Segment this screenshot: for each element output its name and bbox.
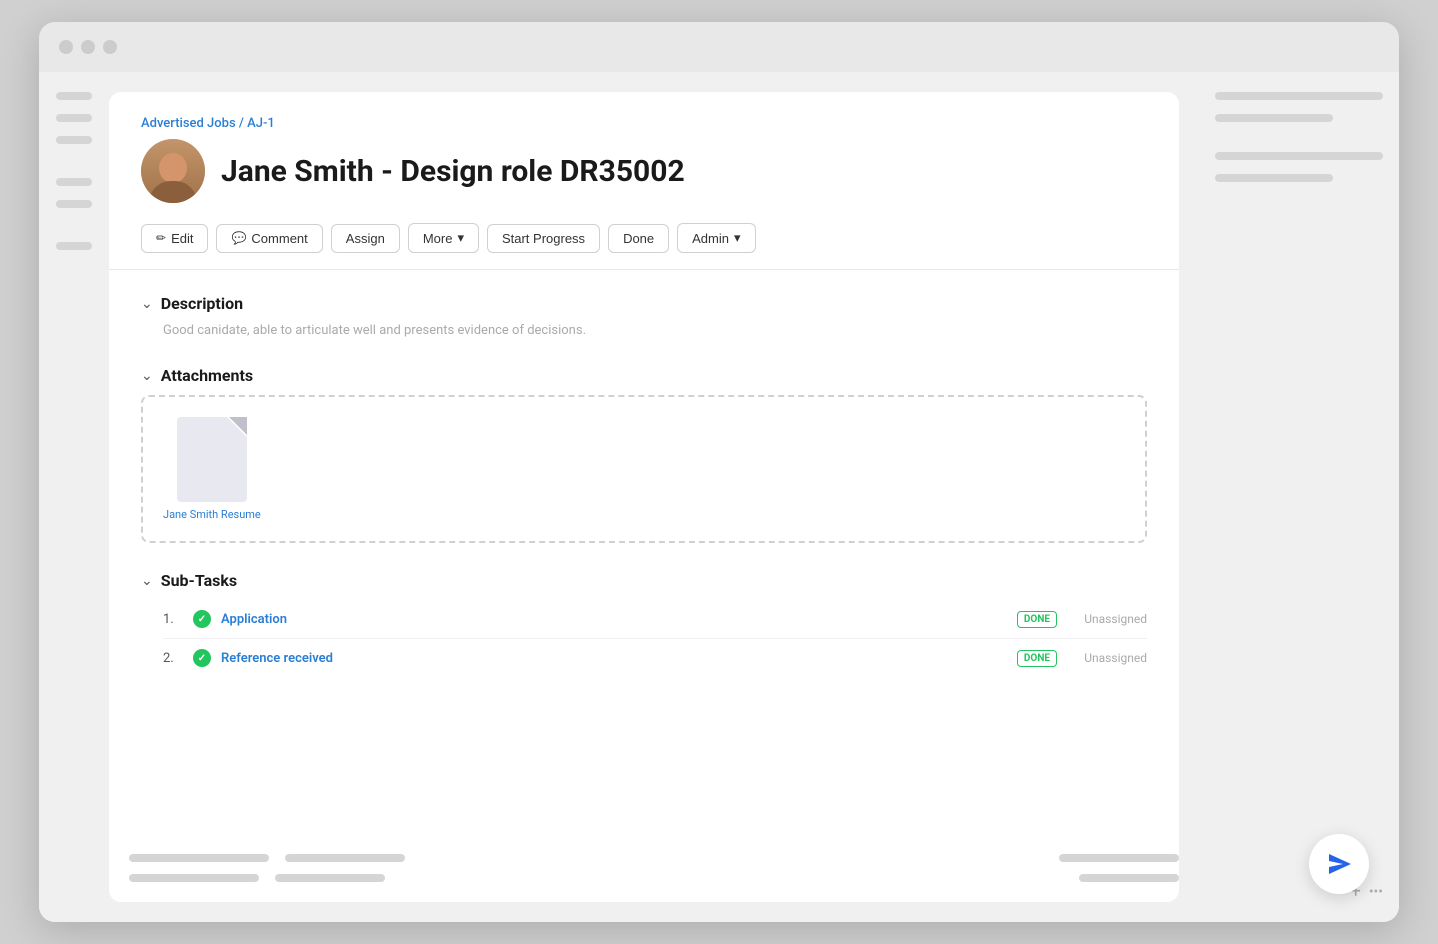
- edit-icon: ✏: [156, 231, 166, 245]
- description-text: Good canidate, able to articulate well a…: [163, 323, 1147, 338]
- edit-button[interactable]: ✏ Edit: [141, 224, 208, 253]
- sidebar: [39, 72, 109, 922]
- subtasks-chevron-icon[interactable]: ⌄: [141, 573, 153, 589]
- subtask-assignee-2: Unassigned: [1067, 651, 1147, 665]
- admin-button[interactable]: Admin ▾: [677, 223, 755, 253]
- content-area: Advertised Jobs / AJ-1 Jane Smith - Desi…: [39, 72, 1399, 922]
- attachments-section: ⌄ Attachments Jane Smith Resume: [141, 366, 1147, 543]
- file-card[interactable]: Jane Smith Resume: [163, 417, 261, 521]
- assign-button[interactable]: Assign: [331, 224, 400, 253]
- bottom-placeholders-right: [1059, 854, 1179, 862]
- right-bar-2: [1215, 114, 1333, 122]
- right-bar-1: [1215, 92, 1383, 100]
- attachments-header: ⌄ Attachments: [141, 366, 1147, 385]
- subtask-item: 1. Application DONE Unassigned: [163, 600, 1147, 639]
- attachments-chevron-icon[interactable]: ⌄: [141, 368, 153, 384]
- subtask-done-icon-1: [193, 610, 211, 628]
- bottom-placeholders-right-2: [1079, 874, 1179, 882]
- main-card: Advertised Jobs / AJ-1 Jane Smith - Desi…: [109, 92, 1179, 902]
- subtasks-title: Sub-Tasks: [161, 571, 237, 590]
- attachments-title: Attachments: [161, 366, 253, 385]
- bottom-placeholders-2: [129, 874, 385, 882]
- subtask-done-icon-2: [193, 649, 211, 667]
- toolbar: ✏ Edit 💬 Comment Assign More ▾: [109, 223, 1179, 270]
- start-progress-button[interactable]: Start Progress: [487, 224, 600, 253]
- bottom-bar-1: [129, 854, 269, 862]
- sidebar-bar-4: [56, 178, 92, 186]
- close-button[interactable]: [59, 40, 73, 54]
- traffic-lights: [59, 40, 117, 54]
- more-dots-icon[interactable]: •••: [1369, 884, 1383, 900]
- bottom-bar-5: [1059, 854, 1179, 862]
- send-icon: [1323, 848, 1355, 880]
- subtask-badge-1: DONE: [1017, 611, 1057, 628]
- bottom-bar-4: [275, 874, 385, 882]
- sidebar-bar-5: [56, 200, 92, 208]
- subtask-badge-2: DONE: [1017, 650, 1057, 667]
- header-card: Advertised Jobs / AJ-1 Jane Smith - Desi…: [109, 92, 1179, 223]
- more-button[interactable]: More ▾: [408, 223, 479, 253]
- description-header: ⌄ Description: [141, 294, 1147, 313]
- subtask-assignee-1: Unassigned: [1067, 612, 1147, 626]
- subtask-name-2[interactable]: Reference received: [221, 651, 1007, 666]
- breadcrumb[interactable]: Advertised Jobs / AJ-1: [141, 116, 1147, 131]
- sidebar-bar-1: [56, 92, 92, 100]
- chevron-down-icon: ▾: [457, 230, 464, 246]
- subtask-number-1: 1.: [163, 612, 183, 627]
- page-title-row: Jane Smith - Design role DR35002: [141, 139, 1147, 203]
- right-bar-3: [1215, 152, 1383, 160]
- right-panel: + •••: [1199, 72, 1399, 922]
- subtask-item-2: 2. Reference received DONE Unassigned: [163, 639, 1147, 677]
- comment-button[interactable]: 💬 Comment: [216, 224, 322, 253]
- avatar: [141, 139, 205, 203]
- sidebar-bar-2: [56, 114, 92, 122]
- minimize-button[interactable]: [81, 40, 95, 54]
- done-button[interactable]: Done: [608, 224, 669, 253]
- subtask-number-2: 2.: [163, 651, 183, 666]
- app-window: Advertised Jobs / AJ-1 Jane Smith - Desi…: [39, 22, 1399, 922]
- maximize-button[interactable]: [103, 40, 117, 54]
- comment-icon: 💬: [231, 231, 246, 245]
- content-card: ⌄ Description Good canidate, able to art…: [109, 270, 1179, 902]
- file-icon: [177, 417, 247, 502]
- bottom-bar-6: [1079, 874, 1179, 882]
- description-section: ⌄ Description Good canidate, able to art…: [141, 294, 1147, 338]
- sidebar-bar-6: [56, 242, 92, 250]
- subtasks-section: ⌄ Sub-Tasks 1. Application DONE Unassign…: [141, 571, 1147, 677]
- right-bar-4: [1215, 174, 1333, 182]
- subtasks-header: ⌄ Sub-Tasks: [141, 571, 1147, 590]
- subtask-name-1[interactable]: Application: [221, 612, 1007, 627]
- page-title: Jane Smith - Design role DR35002: [221, 154, 685, 189]
- avatar-image: [141, 139, 205, 203]
- main-panel: Advertised Jobs / AJ-1 Jane Smith - Desi…: [109, 72, 1199, 922]
- bottom-placeholders: [129, 854, 405, 862]
- file-name: Jane Smith Resume: [163, 508, 261, 521]
- admin-chevron-icon: ▾: [734, 230, 741, 246]
- bottom-bar-3: [129, 874, 259, 882]
- attachments-dropzone[interactable]: Jane Smith Resume: [141, 395, 1147, 543]
- subtasks-list: 1. Application DONE Unassigned 2. Refere…: [163, 600, 1147, 677]
- description-chevron-icon[interactable]: ⌄: [141, 296, 153, 312]
- description-title: Description: [161, 294, 243, 313]
- sidebar-bar-3: [56, 136, 92, 144]
- bottom-bar-2: [285, 854, 405, 862]
- fab-button[interactable]: [1309, 834, 1369, 894]
